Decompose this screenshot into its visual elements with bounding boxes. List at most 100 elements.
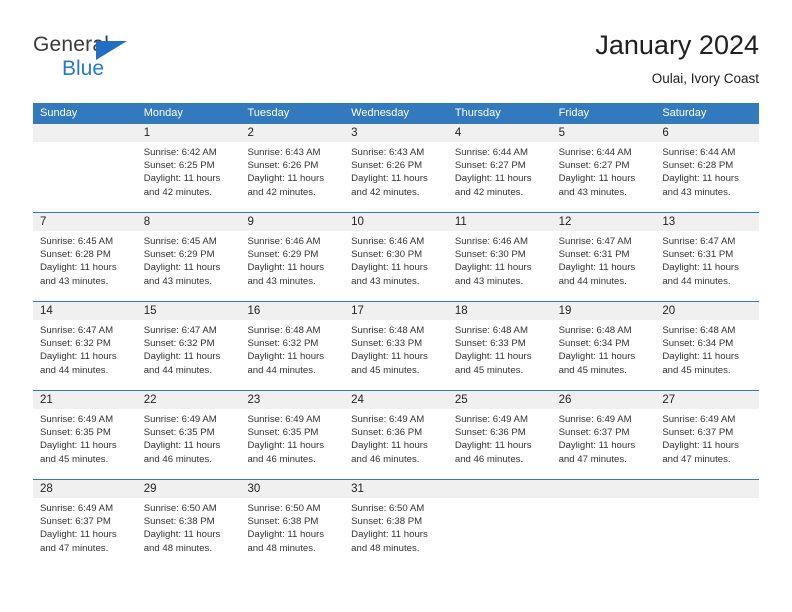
day-sun-info: Sunrise: 6:49 AM Sunset: 6:37 PM Daylight:… bbox=[33, 498, 137, 555]
day-sun-info: Sunrise: 6:44 AM Sunset: 6:28 PM Daylight:… bbox=[655, 142, 759, 199]
day-number: 12 bbox=[558, 216, 572, 228]
calendar-day-cell[interactable]: 7 Sunrise: 6:45 AM Sunset: 6:28 PM Daylight… bbox=[33, 213, 137, 301]
day-info-line: Sunrise: 6:50 AM bbox=[143, 503, 217, 514]
day-number-band: 22 bbox=[136, 391, 241, 409]
weekday-header-tuesday: Tuesday bbox=[247, 107, 290, 119]
day-info-line: Daylight: 11 hours bbox=[143, 529, 221, 541]
day-info-line: Sunset: 6:25 PM bbox=[143, 160, 215, 172]
day-sun-info: Sunrise: 6:48 AM Sunset: 6:33 PM Daylight:… bbox=[344, 320, 448, 377]
day-info-line: Daylight: 11 hours bbox=[558, 351, 636, 363]
day-sun-info: Sunrise: 6:44 AM Sunset: 6:27 PM Daylight:… bbox=[448, 142, 552, 199]
calendar-day-cell[interactable]: 4 Sunrise: 6:44 AM Sunset: 6:27 PM Daylight… bbox=[447, 124, 552, 212]
day-info-line: Daylight: 11 hours bbox=[662, 173, 739, 185]
day-info-line: Sunset: 6:28 PM bbox=[662, 160, 734, 172]
calendar-day-cell[interactable]: 23 Sunrise: 6:49 AM Sunset: 6:35 PM Dayligh… bbox=[240, 391, 345, 479]
day-info-line: Sunrise: 6:49 AM bbox=[662, 414, 736, 425]
general-blue-logo: General Blue bbox=[33, 33, 153, 81]
calendar-day-cell[interactable]: 9 Sunrise: 6:46 AM Sunset: 6:29 PM Daylight… bbox=[240, 213, 345, 301]
calendar-day-cell[interactable]: 1 Sunrise: 6:42 AM Sunset: 6:25 PM Daylight… bbox=[136, 124, 241, 212]
day-number: 6 bbox=[662, 127, 669, 139]
calendar-day-cell[interactable]: 6 Sunrise: 6:44 AM Sunset: 6:28 PM Daylight… bbox=[655, 124, 760, 212]
calendar-weeks: 1 Sunrise: 6:42 AM Sunset: 6:25 PM Daylight… bbox=[33, 124, 760, 568]
calendar-day-cell[interactable]: 14 Sunrise: 6:47 AM Sunset: 6:32 PM Dayligh… bbox=[33, 302, 137, 390]
calendar-day-cell[interactable]: 20 Sunrise: 6:48 AM Sunset: 6:34 PM Dayligh… bbox=[655, 302, 760, 390]
weekday-header-sunday: Sunday bbox=[40, 107, 78, 119]
calendar-day-cell[interactable]: 2 Sunrise: 6:43 AM Sunset: 6:26 PM Daylight… bbox=[240, 124, 345, 212]
day-sun-info: Sunrise: 6:49 AM Sunset: 6:35 PM Daylight:… bbox=[137, 409, 241, 466]
calendar-week-row: 21 Sunrise: 6:49 AM Sunset: 6:35 PM Dayligh… bbox=[33, 390, 760, 479]
calendar-day-cell[interactable]: 27 Sunrise: 6:49 AM Sunset: 6:37 PM Dayligh… bbox=[655, 391, 760, 479]
calendar-day-cell[interactable]: 3 Sunrise: 6:43 AM Sunset: 6:26 PM Daylight… bbox=[344, 124, 448, 212]
day-number-band: 10 bbox=[344, 213, 448, 231]
day-number: 19 bbox=[558, 305, 572, 317]
calendar-day-cell[interactable]: 31 Sunrise: 6:50 AM Sunset: 6:38 PM Dayligh… bbox=[344, 480, 448, 568]
day-info-line: Daylight: 11 hours bbox=[558, 262, 636, 274]
day-info-line: and 44 minutes. bbox=[558, 275, 627, 287]
day-info-line: Daylight: 11 hours bbox=[558, 173, 636, 185]
day-number-band: 25 bbox=[447, 391, 552, 409]
calendar-day-cell[interactable]: 10 Sunrise: 6:46 AM Sunset: 6:30 PM Dayligh… bbox=[344, 213, 448, 301]
day-number-band: 16 bbox=[240, 302, 345, 320]
day-info-line: and 45 minutes. bbox=[454, 364, 524, 376]
day-sun-info: Sunrise: 6:46 AM Sunset: 6:29 PM Daylight:… bbox=[240, 231, 344, 288]
day-sun-info: Sunrise: 6:50 AM Sunset: 6:38 PM Daylight:… bbox=[240, 498, 344, 555]
calendar-week-row: 14 Sunrise: 6:47 AM Sunset: 6:32 PM Dayligh… bbox=[33, 301, 760, 390]
calendar-day-cell[interactable]: 24 Sunrise: 6:49 AM Sunset: 6:36 PM Dayligh… bbox=[344, 391, 448, 479]
calendar-day-cell[interactable]: 8 Sunrise: 6:45 AM Sunset: 6:29 PM Daylight… bbox=[136, 213, 241, 301]
day-info-line: Daylight: 11 hours bbox=[351, 173, 428, 185]
page-title: January 2024 bbox=[595, 30, 759, 60]
day-info-line: Sunrise: 6:49 AM bbox=[454, 414, 528, 425]
day-info-line: and 43 minutes. bbox=[143, 275, 212, 287]
day-info-line: and 46 minutes. bbox=[143, 453, 212, 465]
day-info-line: Sunrise: 6:48 AM bbox=[247, 325, 321, 336]
day-info-line: Sunrise: 6:46 AM bbox=[247, 236, 321, 247]
day-sun-info: Sunrise: 6:49 AM Sunset: 6:36 PM Daylight:… bbox=[344, 409, 448, 466]
day-number: 31 bbox=[351, 483, 364, 495]
day-sun-info: Sunrise: 6:47 AM Sunset: 6:32 PM Daylight:… bbox=[33, 320, 137, 377]
day-info-line: Sunset: 6:37 PM bbox=[40, 516, 111, 528]
calendar-week-row: 28 Sunrise: 6:49 AM Sunset: 6:37 PM Dayligh… bbox=[33, 479, 760, 568]
calendar-day-cell[interactable]: 18 Sunrise: 6:48 AM Sunset: 6:33 PM Dayligh… bbox=[447, 302, 552, 390]
weekday-header-thursday: Thursday bbox=[454, 107, 501, 119]
day-info-line: Sunset: 6:36 PM bbox=[351, 427, 423, 439]
day-info-line: and 45 minutes. bbox=[40, 453, 109, 465]
day-number-band: 24 bbox=[344, 391, 448, 409]
day-info-line: Sunrise: 6:48 AM bbox=[662, 325, 736, 336]
day-info-line: and 48 minutes. bbox=[247, 542, 316, 554]
calendar-day-cell[interactable]: 13 Sunrise: 6:47 AM Sunset: 6:31 PM Dayligh… bbox=[655, 213, 760, 301]
calendar-week-row: 7 Sunrise: 6:45 AM Sunset: 6:28 PM Daylight… bbox=[33, 212, 760, 301]
calendar-day-cell[interactable]: 21 Sunrise: 6:49 AM Sunset: 6:35 PM Dayligh… bbox=[33, 391, 137, 479]
calendar-day-cell[interactable]: 5 Sunrise: 6:44 AM Sunset: 6:27 PM Daylight… bbox=[551, 124, 656, 212]
day-info-line: and 42 minutes. bbox=[143, 186, 212, 198]
day-number: 24 bbox=[351, 394, 364, 406]
day-number: 18 bbox=[454, 305, 468, 317]
day-sun-info: Sunrise: 6:47 AM Sunset: 6:32 PM Daylight:… bbox=[137, 320, 241, 377]
calendar-day-cell[interactable]: 22 Sunrise: 6:49 AM Sunset: 6:35 PM Dayligh… bbox=[136, 391, 241, 479]
day-info-line: Sunrise: 6:44 AM bbox=[558, 147, 632, 158]
day-info-line: Sunset: 6:26 PM bbox=[351, 160, 423, 172]
calendar-day-cell[interactable]: 19 Sunrise: 6:48 AM Sunset: 6:34 PM Dayligh… bbox=[551, 302, 656, 390]
day-info-line: and 43 minutes. bbox=[558, 186, 627, 198]
calendar-day-cell[interactable]: 25 Sunrise: 6:49 AM Sunset: 6:36 PM Dayligh… bbox=[447, 391, 552, 479]
calendar-day-cell[interactable]: 16 Sunrise: 6:48 AM Sunset: 6:32 PM Dayligh… bbox=[240, 302, 345, 390]
calendar-day-cell[interactable]: 29 Sunrise: 6:50 AM Sunset: 6:38 PM Dayligh… bbox=[136, 480, 241, 568]
day-info-line: Daylight: 11 hours bbox=[247, 351, 325, 363]
calendar-day-cell-empty bbox=[655, 480, 760, 568]
day-info-line: Sunrise: 6:48 AM bbox=[351, 325, 425, 336]
day-info-line: Sunrise: 6:46 AM bbox=[454, 236, 528, 247]
calendar-day-cell[interactable]: 15 Sunrise: 6:47 AM Sunset: 6:32 PM Dayligh… bbox=[136, 302, 241, 390]
day-info-line: Sunrise: 6:48 AM bbox=[454, 325, 528, 336]
calendar-day-cell-empty bbox=[447, 480, 552, 568]
day-sun-info: Sunrise: 6:48 AM Sunset: 6:32 PM Daylight:… bbox=[240, 320, 344, 377]
calendar-day-cell[interactable]: 28 Sunrise: 6:49 AM Sunset: 6:37 PM Dayligh… bbox=[33, 480, 137, 568]
day-info-line: Daylight: 11 hours bbox=[247, 262, 325, 274]
calendar-day-cell[interactable]: 17 Sunrise: 6:48 AM Sunset: 6:33 PM Dayligh… bbox=[344, 302, 448, 390]
day-sun-info: Sunrise: 6:49 AM Sunset: 6:35 PM Daylight:… bbox=[33, 409, 137, 466]
day-number-band: 3 bbox=[344, 124, 448, 142]
calendar-day-cell[interactable]: 11 Sunrise: 6:46 AM Sunset: 6:30 PM Dayligh… bbox=[447, 213, 552, 301]
day-info-line: Sunset: 6:34 PM bbox=[558, 338, 630, 350]
calendar-day-cell[interactable]: 26 Sunrise: 6:49 AM Sunset: 6:37 PM Dayligh… bbox=[551, 391, 656, 479]
calendar-day-cell[interactable]: 30 Sunrise: 6:50 AM Sunset: 6:38 PM Dayligh… bbox=[240, 480, 345, 568]
calendar-day-cell[interactable]: 12 Sunrise: 6:47 AM Sunset: 6:31 PM Dayligh… bbox=[551, 213, 656, 301]
weekday-header-wednesday: Wednesday bbox=[351, 107, 410, 119]
